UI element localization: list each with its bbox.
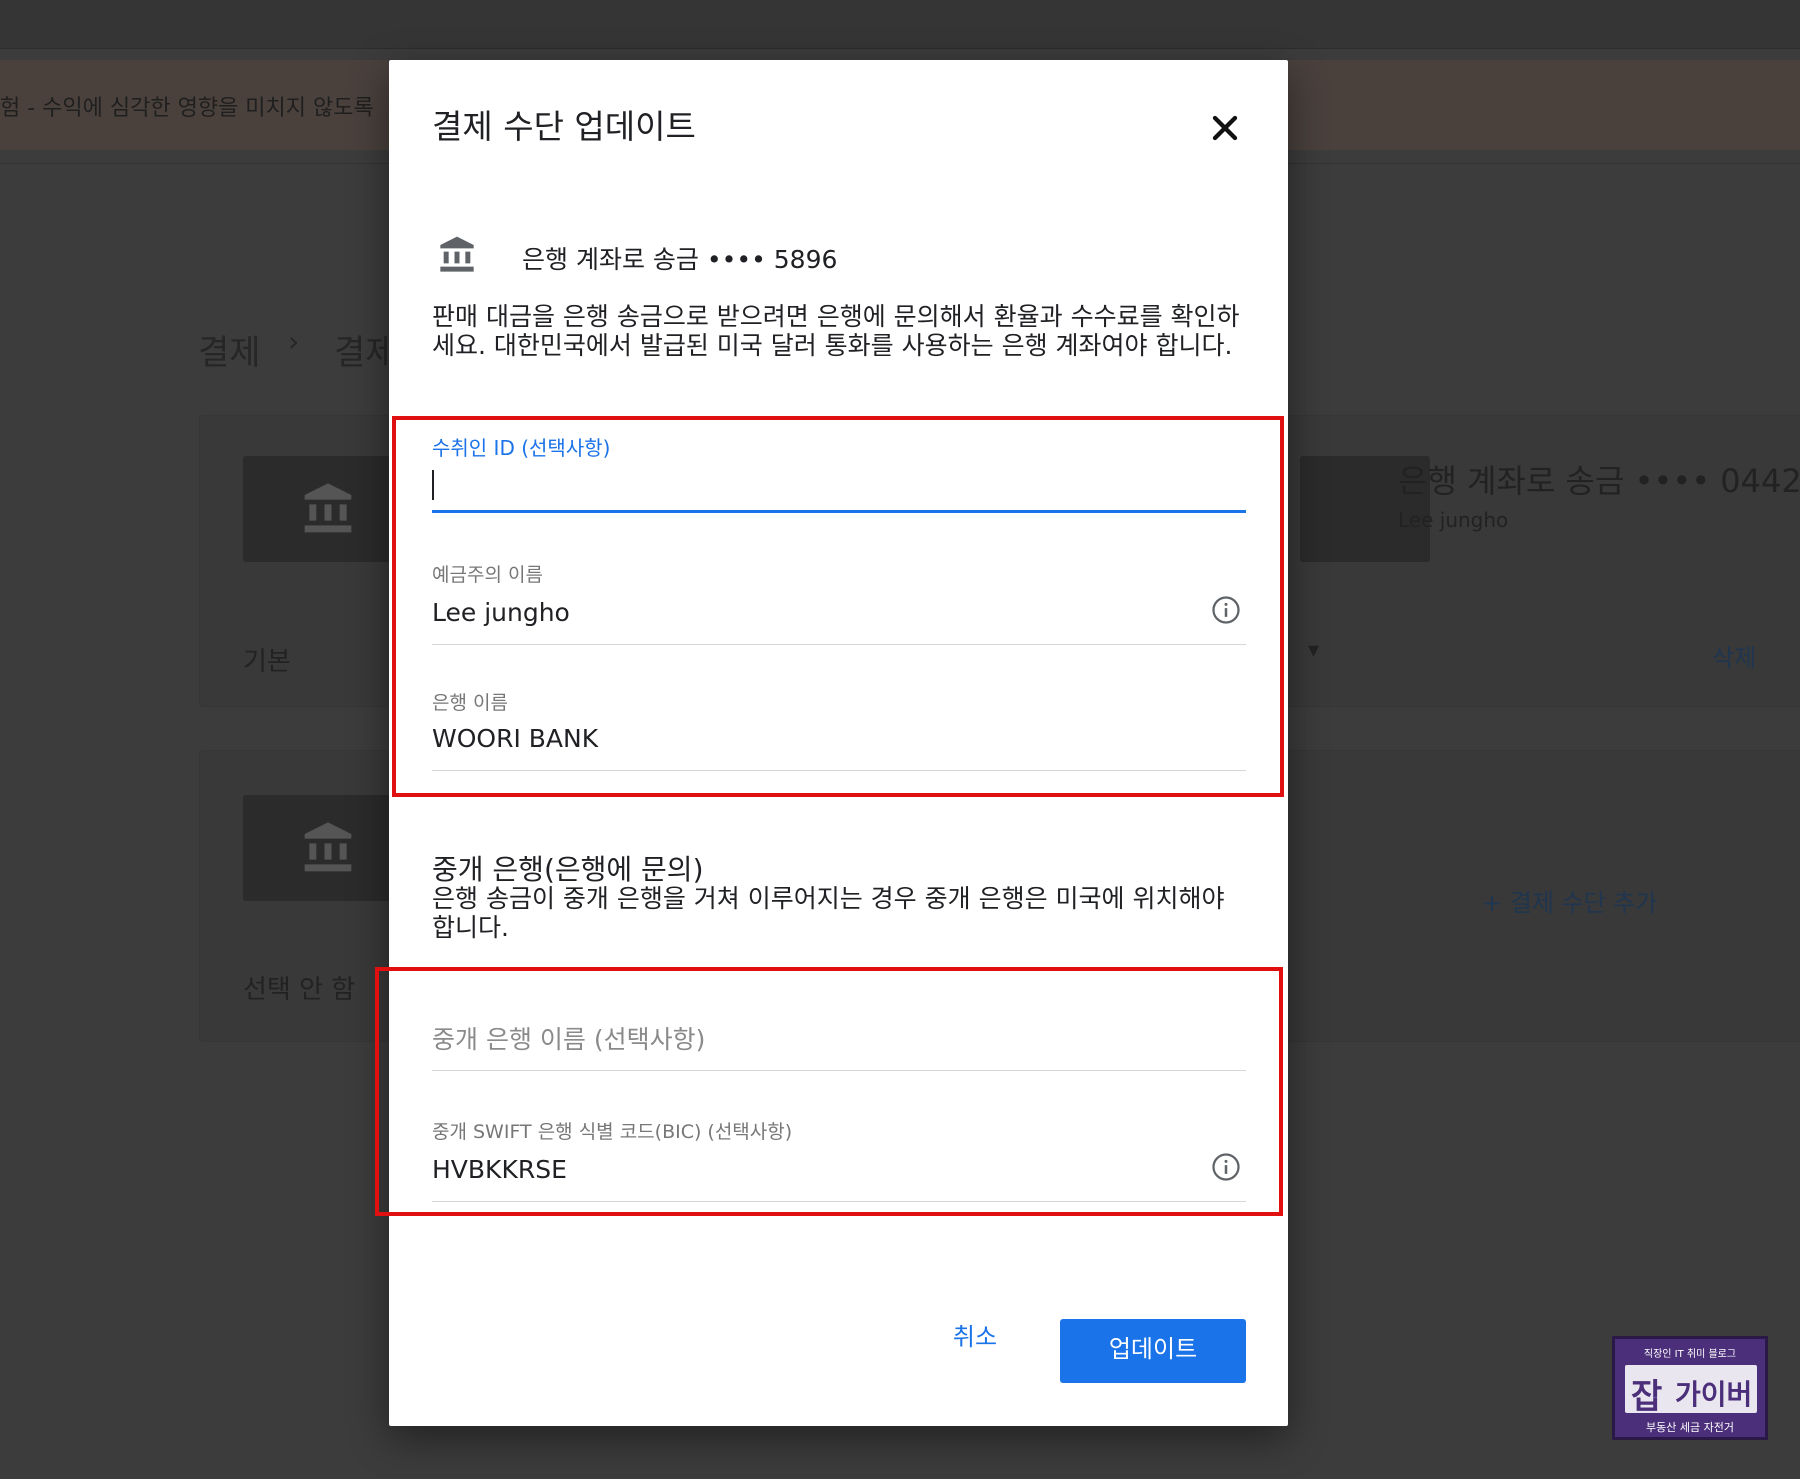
highlight-box-account-fields [392, 416, 1284, 797]
add-payment-method-link[interactable]: + 결제 수단 추가 [1482, 883, 1657, 918]
background-status-label: 선택 안 함 [243, 975, 356, 1005]
highlight-box-intermediary-fields [375, 967, 1283, 1216]
bank-icon [304, 483, 352, 533]
background-top-bar [0, 0, 1800, 49]
dialog-title: 결제 수단 업데이트 [432, 107, 696, 146]
background-status-label: 기본 [243, 647, 291, 677]
watermark-subtitle: 부동산 세금 자전거 [1646, 1421, 1734, 1434]
chevron-down-icon[interactable]: ▾ [1308, 638, 1319, 663]
watermark-tagline: 직장인 IT 취미 블로그 [1643, 1349, 1737, 1360]
breadcrumb-separator-icon: › [288, 325, 300, 358]
blog-watermark-logo: 직장인 IT 취미 블로그 잡 가이버 부동산 세금 자전거 [1612, 1336, 1768, 1440]
background-banner-text: 험 - 수익에 심각한 영향을 미치지 않도록 [0, 96, 374, 121]
cancel-button[interactable]: 취소 [925, 1315, 1025, 1359]
bank-account-label: 은행 계좌로 송금 •••• 5896 [522, 245, 838, 274]
background-account-label: 은행 계좌로 송금 •••• 0442 [1398, 462, 1800, 500]
close-button[interactable] [1205, 108, 1245, 148]
background-bank-icon-box [243, 456, 413, 562]
bank-icon [304, 822, 352, 872]
close-icon [1212, 115, 1238, 141]
update-button[interactable]: 업데이트 [1060, 1319, 1246, 1383]
intermediary-bank-title: 중개 은행(은행에 문의) [432, 853, 704, 886]
bank-transfer-description: 판매 대금을 은행 송금으로 받으려면 은행에 문의해서 환율과 수수료를 확인… [432, 302, 1240, 360]
watermark-name-box: 잡 가이버 [1625, 1365, 1757, 1417]
watermark-initial: 잡 [1631, 1377, 1663, 1417]
breadcrumb-item[interactable]: 결제 [198, 325, 261, 374]
watermark-name: 가이버 [1675, 1378, 1753, 1411]
intermediary-bank-description: 은행 송금이 중개 은행을 거쳐 이루어지는 경우 중개 은행은 미국에 위치해… [432, 884, 1225, 942]
background-account-holder: Lee jungho [1398, 508, 1509, 532]
background-bank-icon-box [243, 795, 413, 901]
bank-icon [440, 236, 474, 272]
breadcrumb-item[interactable]: 결제 [334, 325, 397, 374]
delete-link[interactable]: 삭제 [1712, 638, 1756, 673]
